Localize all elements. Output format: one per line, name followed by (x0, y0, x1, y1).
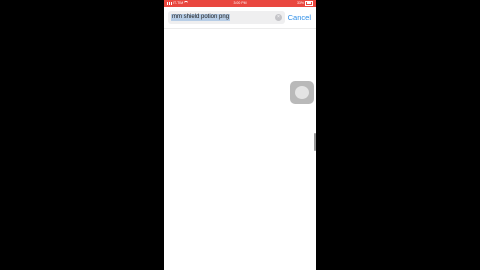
battery-percent: 33% (296, 1, 304, 5)
status-right: 33% (297, 0, 313, 7)
phone-screen: IT-TIM 3:00 PM 33% mm shield potion png … (164, 0, 316, 270)
status-time: 3:00 PM (233, 1, 247, 5)
search-input[interactable]: mm shield potion png × (168, 11, 285, 24)
scroll-indicator (314, 133, 316, 151)
search-query-text[interactable]: mm shield potion png (171, 14, 231, 21)
status-bar: IT-TIM 3:00 PM 33% (164, 0, 316, 7)
battery-icon (305, 0, 313, 6)
cancel-button[interactable]: Cancel (288, 13, 311, 22)
clear-icon[interactable]: × (275, 14, 282, 21)
search-bar: mm shield potion png × Cancel (164, 7, 316, 29)
assistive-touch-button[interactable] (290, 81, 314, 104)
